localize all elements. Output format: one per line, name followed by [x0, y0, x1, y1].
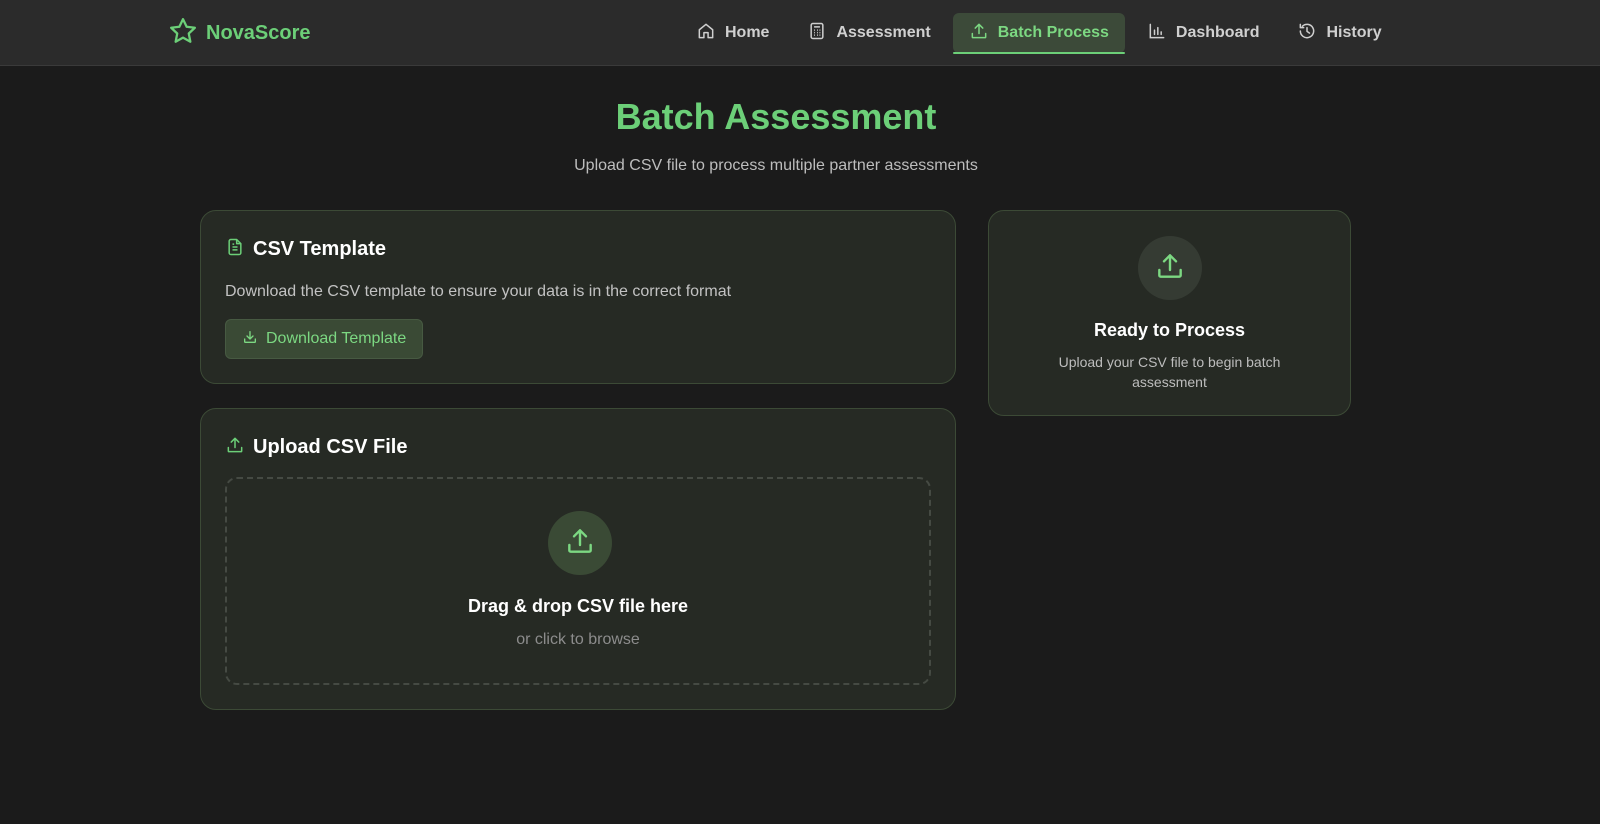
status-icon-circle: [1138, 236, 1202, 300]
top-navbar: NovaScore Home Assessment Batch Process …: [0, 0, 1600, 66]
brand-name: NovaScore: [206, 21, 311, 44]
upload-icon: [225, 435, 245, 460]
template-description: Download the CSV template to ensure your…: [225, 283, 732, 300]
nav-item-label: Home: [725, 24, 770, 41]
history-icon: [1297, 21, 1317, 46]
download-icon: [242, 329, 258, 350]
dropzone-subtitle: or click to browse: [516, 631, 640, 648]
card-header: Upload CSV File: [225, 435, 407, 460]
download-template-button[interactable]: Download Template: [225, 319, 424, 359]
star-icon: [168, 16, 198, 51]
nav-item-label: Dashboard: [1175, 24, 1260, 41]
bar-chart-icon: [1147, 21, 1167, 46]
page-title: Batch Assessment: [615, 96, 937, 137]
csv-template-card: CSV Template Download the CSV template t…: [200, 210, 956, 384]
card-title: CSV Template: [253, 238, 386, 260]
upload-csv-card: Upload CSV File Drag & drop CSV file her…: [200, 408, 956, 710]
nav-item-assessment[interactable]: Assessment: [791, 13, 946, 53]
nav-item-dashboard[interactable]: Dashboard: [1131, 13, 1276, 53]
card-title: Upload CSV File: [253, 436, 408, 458]
button-label: Download Template: [266, 330, 407, 347]
nav-item-history[interactable]: History: [1281, 13, 1397, 53]
status-description: Upload your CSV file to begin batch asse…: [1058, 354, 1281, 390]
upload-icon: [969, 21, 989, 46]
brand-logo[interactable]: NovaScore: [168, 17, 311, 49]
upload-icon: [564, 525, 596, 562]
upload-icon: [1154, 250, 1186, 287]
nav-item-label: Assessment: [836, 24, 931, 41]
nav-item-batch-process[interactable]: Batch Process: [952, 13, 1126, 54]
nav-item-label: Batch Process: [997, 24, 1109, 41]
home-icon: [696, 21, 716, 46]
dropzone-icon-circle: [548, 511, 612, 575]
page-subtitle: Upload CSV file to process multiple part…: [574, 157, 978, 174]
nav-item-label: History: [1326, 24, 1382, 41]
main-nav: Home Assessment Batch Process Dashboard …: [680, 13, 1398, 54]
file-text-icon: [225, 237, 245, 262]
dropzone-title: Drag & drop CSV file here: [467, 596, 689, 616]
nav-item-home[interactable]: Home: [680, 13, 785, 53]
calculator-icon: [807, 21, 827, 46]
card-header: CSV Template: [225, 237, 386, 262]
status-card: Ready to Process Upload your CSV file to…: [988, 210, 1351, 416]
status-title: Ready to Process: [1093, 320, 1246, 340]
csv-dropzone[interactable]: Drag & drop CSV file here or click to br…: [225, 477, 931, 685]
